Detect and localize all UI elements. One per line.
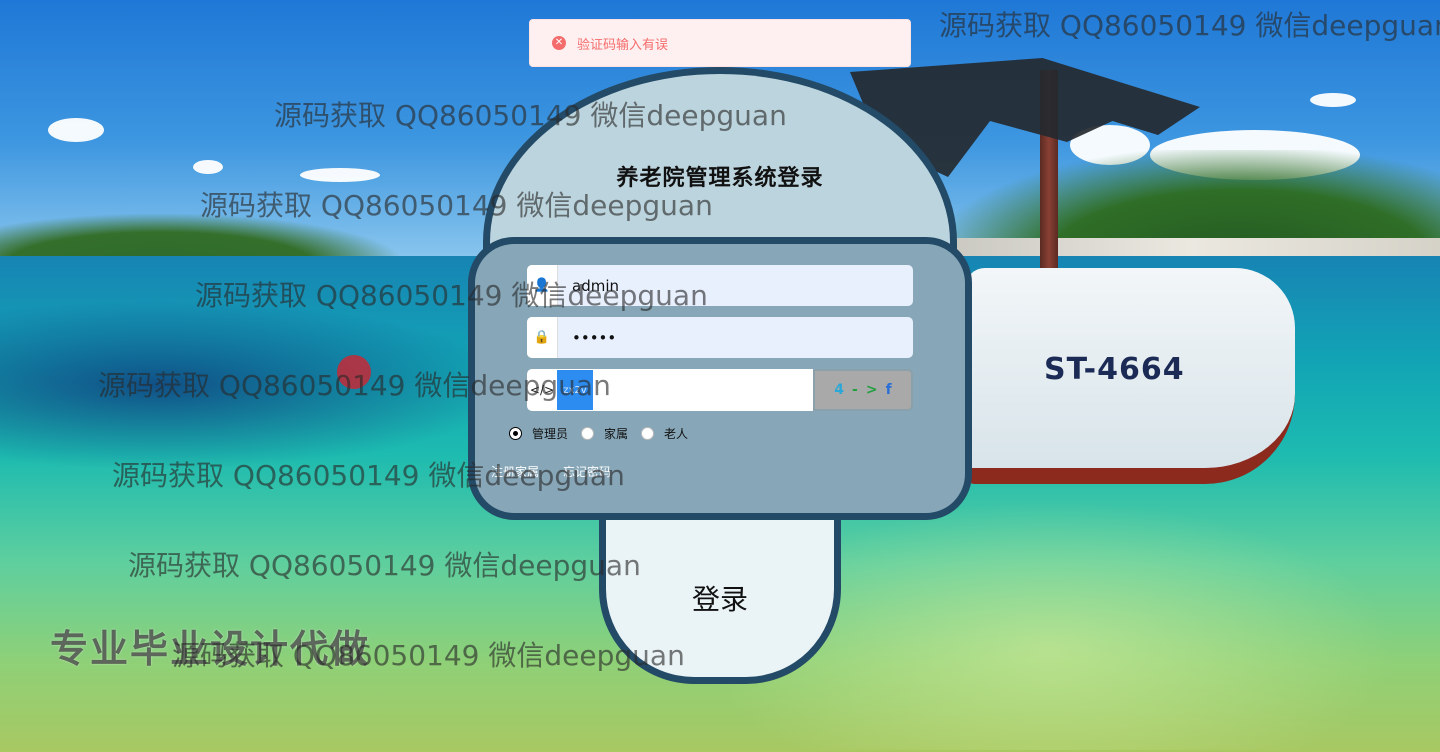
role-radio-group: 管理员 家属 老人 [509, 425, 701, 442]
cloud [193, 160, 223, 174]
captcha-glyph: 4 [834, 382, 845, 398]
auth-links: 注册家属 忘记密码 [491, 463, 611, 480]
promo-text: 专业毕业设计代做 [50, 627, 371, 671]
page-title: 养老院管理系统登录 [616, 166, 824, 191]
user-icon: 👤 [527, 265, 558, 306]
password-input[interactable] [558, 317, 913, 358]
username-field[interactable]: 👤 [527, 265, 913, 306]
password-field[interactable]: 🔒 [527, 317, 913, 358]
captcha-glyph: - [852, 382, 858, 398]
captcha-selected-text[interactable]: zx2v [557, 370, 593, 410]
login-button-stem[interactable]: 登录 [599, 509, 841, 684]
captcha-glyph: > [865, 382, 878, 398]
lock-icon: 🔒 [527, 317, 558, 358]
radio-elder[interactable] [641, 427, 655, 440]
toast-message: 验证码输入有误 [577, 37, 669, 53]
role-label-elder[interactable]: 老人 [664, 425, 688, 442]
radio-admin[interactable] [509, 427, 522, 440]
role-label-family[interactable]: 家属 [604, 425, 628, 442]
sea-shadow [0, 300, 520, 470]
cloud [48, 118, 104, 142]
captcha-field[interactable]: </> zx2v [527, 369, 813, 411]
login-form: 👤 🔒 </> zx2v 4 - > f 管理员 家属 老人 注册家属 忘记密码 [468, 237, 972, 520]
radio-family[interactable] [581, 427, 595, 440]
error-circle-icon: ✕ [552, 36, 566, 50]
error-toast: ✕ 验证码输入有误 [529, 19, 911, 67]
username-input[interactable] [558, 265, 913, 306]
code-icon: </> [529, 383, 555, 397]
forgot-password-link[interactable]: 忘记密码 [563, 463, 611, 480]
cloud [300, 168, 380, 182]
cloud [1310, 93, 1356, 107]
captcha-image[interactable]: 4 - > f [813, 369, 913, 411]
cursor-highlight [337, 355, 371, 389]
boat-label: ST-4664 [1044, 352, 1185, 387]
login-button[interactable]: 登录 [606, 577, 834, 619]
role-label-admin[interactable]: 管理员 [532, 425, 568, 442]
register-link[interactable]: 注册家属 [491, 463, 539, 480]
captcha-row: </> zx2v 4 - > f [527, 369, 913, 411]
captcha-glyph: f [885, 382, 892, 398]
